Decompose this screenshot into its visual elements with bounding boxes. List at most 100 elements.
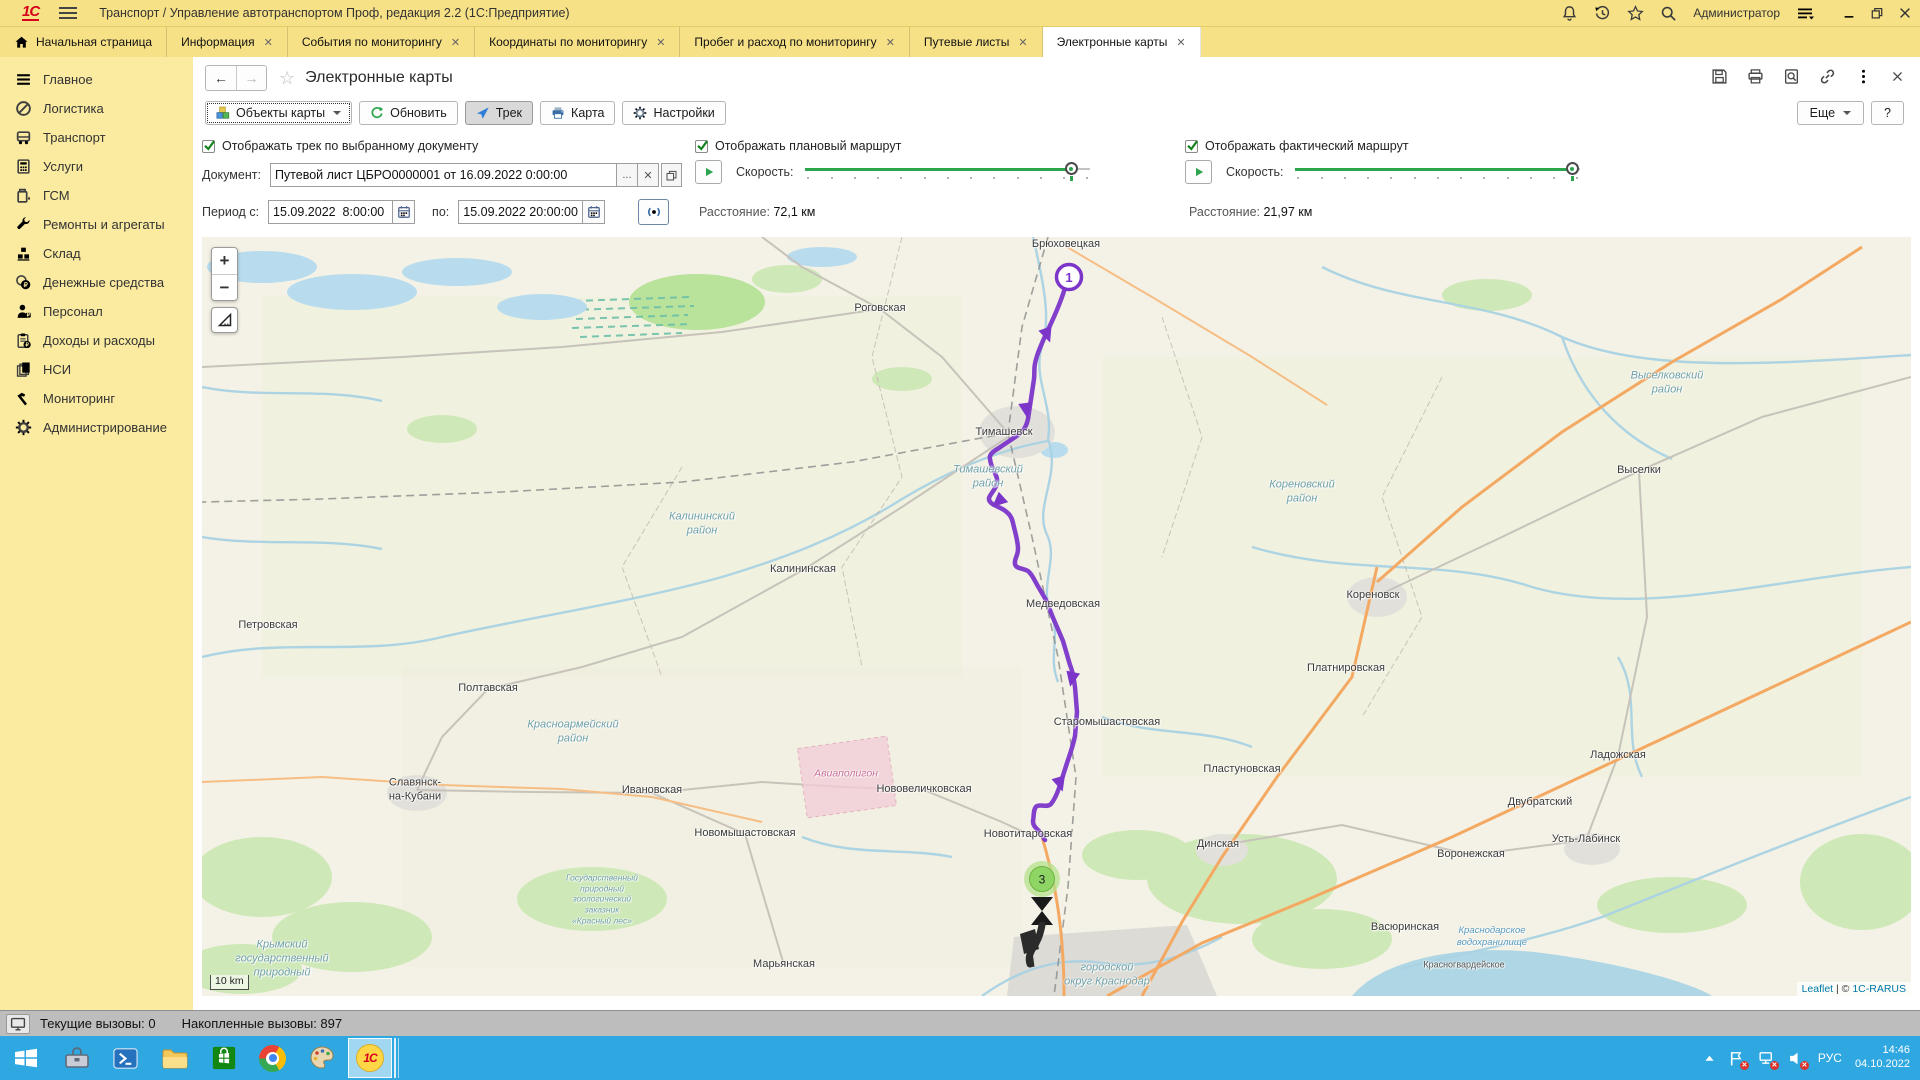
sidebar-item[interactable]: Транспорт xyxy=(0,123,193,152)
sidebar-item[interactable]: Ремонты и агрегаты xyxy=(0,210,193,239)
tray-clock[interactable]: 14:46 04.10.2022 xyxy=(1855,1044,1910,1072)
sidebar-item[interactable]: Персонал xyxy=(0,297,193,326)
search-icon[interactable] xyxy=(1660,5,1677,22)
close-form-icon[interactable] xyxy=(1891,70,1904,83)
document-clear-button[interactable]: ✕ xyxy=(638,163,659,187)
close-window-button[interactable] xyxy=(1898,6,1912,20)
track-button[interactable]: Трек xyxy=(465,101,533,125)
zoom-out-button[interactable]: − xyxy=(212,274,237,300)
sidebar-item[interactable]: НСИ xyxy=(0,355,193,384)
file-explorer-taskbar-icon[interactable] xyxy=(150,1036,199,1080)
tab-close-icon[interactable]: ✕ xyxy=(1018,36,1027,49)
sidebar-item[interactable]: ГСМ xyxy=(0,181,193,210)
period-from-calendar-button[interactable] xyxy=(392,200,415,224)
favorites-star-icon[interactable] xyxy=(1627,5,1644,22)
sidebar-item-label: Транспорт xyxy=(43,130,106,145)
paint-taskbar-icon[interactable] xyxy=(297,1036,346,1080)
tab-item[interactable]: Путевые листы ✕ xyxy=(910,27,1043,57)
fact-distance-value: 21,97 км xyxy=(1263,205,1312,219)
show-fact-route-checkbox[interactable] xyxy=(1185,140,1198,153)
tab-close-icon[interactable]: ✕ xyxy=(886,36,895,49)
help-button[interactable]: ? xyxy=(1871,101,1904,125)
sidebar-item[interactable]: Логистика xyxy=(0,94,193,123)
tab-item[interactable]: Электронные карты ✕ xyxy=(1043,27,1201,57)
calls-monitor-icon[interactable] xyxy=(6,1014,30,1034)
store-taskbar-icon[interactable] xyxy=(199,1036,248,1080)
sidebar-item[interactable]: Доходы и расходы xyxy=(0,326,193,355)
tab-label: Информация xyxy=(181,35,254,49)
chrome-taskbar-icon[interactable] xyxy=(248,1036,297,1080)
sidebar-item[interactable]: Главное xyxy=(0,65,193,94)
slider-thumb[interactable] xyxy=(1566,162,1579,175)
sidebar-item[interactable]: Услуги xyxy=(0,152,193,181)
service-menu-icon[interactable] xyxy=(1796,5,1816,22)
favorite-star-icon[interactable]: ☆ xyxy=(279,68,295,89)
get-link-icon[interactable] xyxy=(1819,68,1836,85)
period-to-calendar-button[interactable] xyxy=(582,200,605,224)
tab-item[interactable]: Пробег и расход по мониторингу ✕ xyxy=(680,27,910,57)
document-choose-button[interactable]: ... xyxy=(617,163,638,187)
print-preview-icon[interactable] xyxy=(1783,68,1800,85)
events-signal-button[interactable] xyxy=(638,199,669,225)
measure-tool-button[interactable] xyxy=(211,307,238,333)
plan-play-button[interactable] xyxy=(695,160,722,184)
tab-close-icon[interactable]: ✕ xyxy=(656,36,665,49)
more-dots-icon[interactable] xyxy=(1855,68,1872,85)
current-user[interactable]: Администратор xyxy=(1693,6,1780,20)
powershell-taskbar-icon[interactable] xyxy=(101,1036,150,1080)
save-icon[interactable] xyxy=(1711,68,1728,85)
sidebar-item-icon xyxy=(15,361,32,378)
more-button[interactable]: Еще xyxy=(1797,101,1864,125)
track-nav-icon xyxy=(476,106,490,120)
fact-play-button[interactable] xyxy=(1185,160,1212,184)
tab-item[interactable]: Координаты по мониторингу ✕ xyxy=(475,27,680,57)
tab-close-icon[interactable]: ✕ xyxy=(264,36,273,49)
document-open-button[interactable] xyxy=(661,163,682,187)
volume-icon[interactable]: ✕ xyxy=(1788,1050,1805,1067)
server-manager-taskbar-icon[interactable] xyxy=(52,1036,101,1080)
show-plan-route-checkbox[interactable] xyxy=(695,140,708,153)
refresh-button[interactable]: Обновить xyxy=(359,101,458,125)
print-map-button[interactable]: Карта xyxy=(540,101,615,125)
fact-speed-slider[interactable] xyxy=(1295,161,1580,183)
sidebar-item[interactable]: Денежные средства xyxy=(0,268,193,297)
settings-button[interactable]: Настройки xyxy=(622,101,725,125)
minimize-button[interactable] xyxy=(1842,6,1856,20)
sidebar-item-icon xyxy=(15,303,32,320)
1c-taskbar-icon[interactable]: 1С xyxy=(348,1038,392,1078)
show-track-checkbox[interactable] xyxy=(202,140,215,153)
period-to-input[interactable] xyxy=(458,200,582,224)
sidebar-item[interactable]: Склад xyxy=(0,239,193,268)
sidebar-item[interactable]: Администрирование xyxy=(0,413,193,442)
map-canvas[interactable]: 1 3 Брюховецкая Роговская Тимашевск xyxy=(202,237,1911,996)
forward-button[interactable]: → xyxy=(236,66,266,90)
page-title: Электронные карты xyxy=(305,69,453,87)
taskbar-group-edge[interactable] xyxy=(394,1038,399,1078)
slider-thumb[interactable] xyxy=(1065,162,1078,175)
action-center-flag-icon[interactable]: ✕ xyxy=(1728,1050,1745,1067)
language-indicator[interactable]: РУС xyxy=(1818,1051,1842,1065)
history-icon[interactable] xyxy=(1594,5,1611,22)
tab-item[interactable]: Информация ✕ xyxy=(167,27,288,57)
plan-speed-slider[interactable] xyxy=(805,161,1090,183)
tab-item[interactable]: События по мониторингу ✕ xyxy=(288,27,475,57)
tab-close-icon[interactable]: ✕ xyxy=(451,36,460,49)
document-input[interactable] xyxy=(270,163,617,187)
leaflet-link[interactable]: Leaflet xyxy=(1802,983,1834,995)
start-button[interactable] xyxy=(0,1036,52,1080)
network-icon[interactable]: ✕ xyxy=(1758,1050,1775,1067)
zoom-in-button[interactable]: + xyxy=(212,248,237,274)
tab-label: Электронные карты xyxy=(1057,35,1168,49)
print-icon[interactable] xyxy=(1747,68,1764,85)
back-button[interactable]: ← xyxy=(206,66,236,90)
brand-link[interactable]: 1C-RARUS xyxy=(1852,983,1906,995)
period-from-input[interactable] xyxy=(268,200,392,224)
tab-home[interactable]: Начальная страница xyxy=(0,27,167,57)
tray-expand-icon[interactable] xyxy=(1704,1053,1715,1064)
restore-button[interactable] xyxy=(1870,6,1884,20)
tab-close-icon[interactable]: ✕ xyxy=(1176,36,1185,49)
notifications-bell-icon[interactable] xyxy=(1561,5,1578,22)
sidebar-item[interactable]: Мониторинг xyxy=(0,384,193,413)
main-menu-icon[interactable] xyxy=(59,7,77,19)
map-objects-button[interactable]: Объекты карты xyxy=(205,101,352,125)
